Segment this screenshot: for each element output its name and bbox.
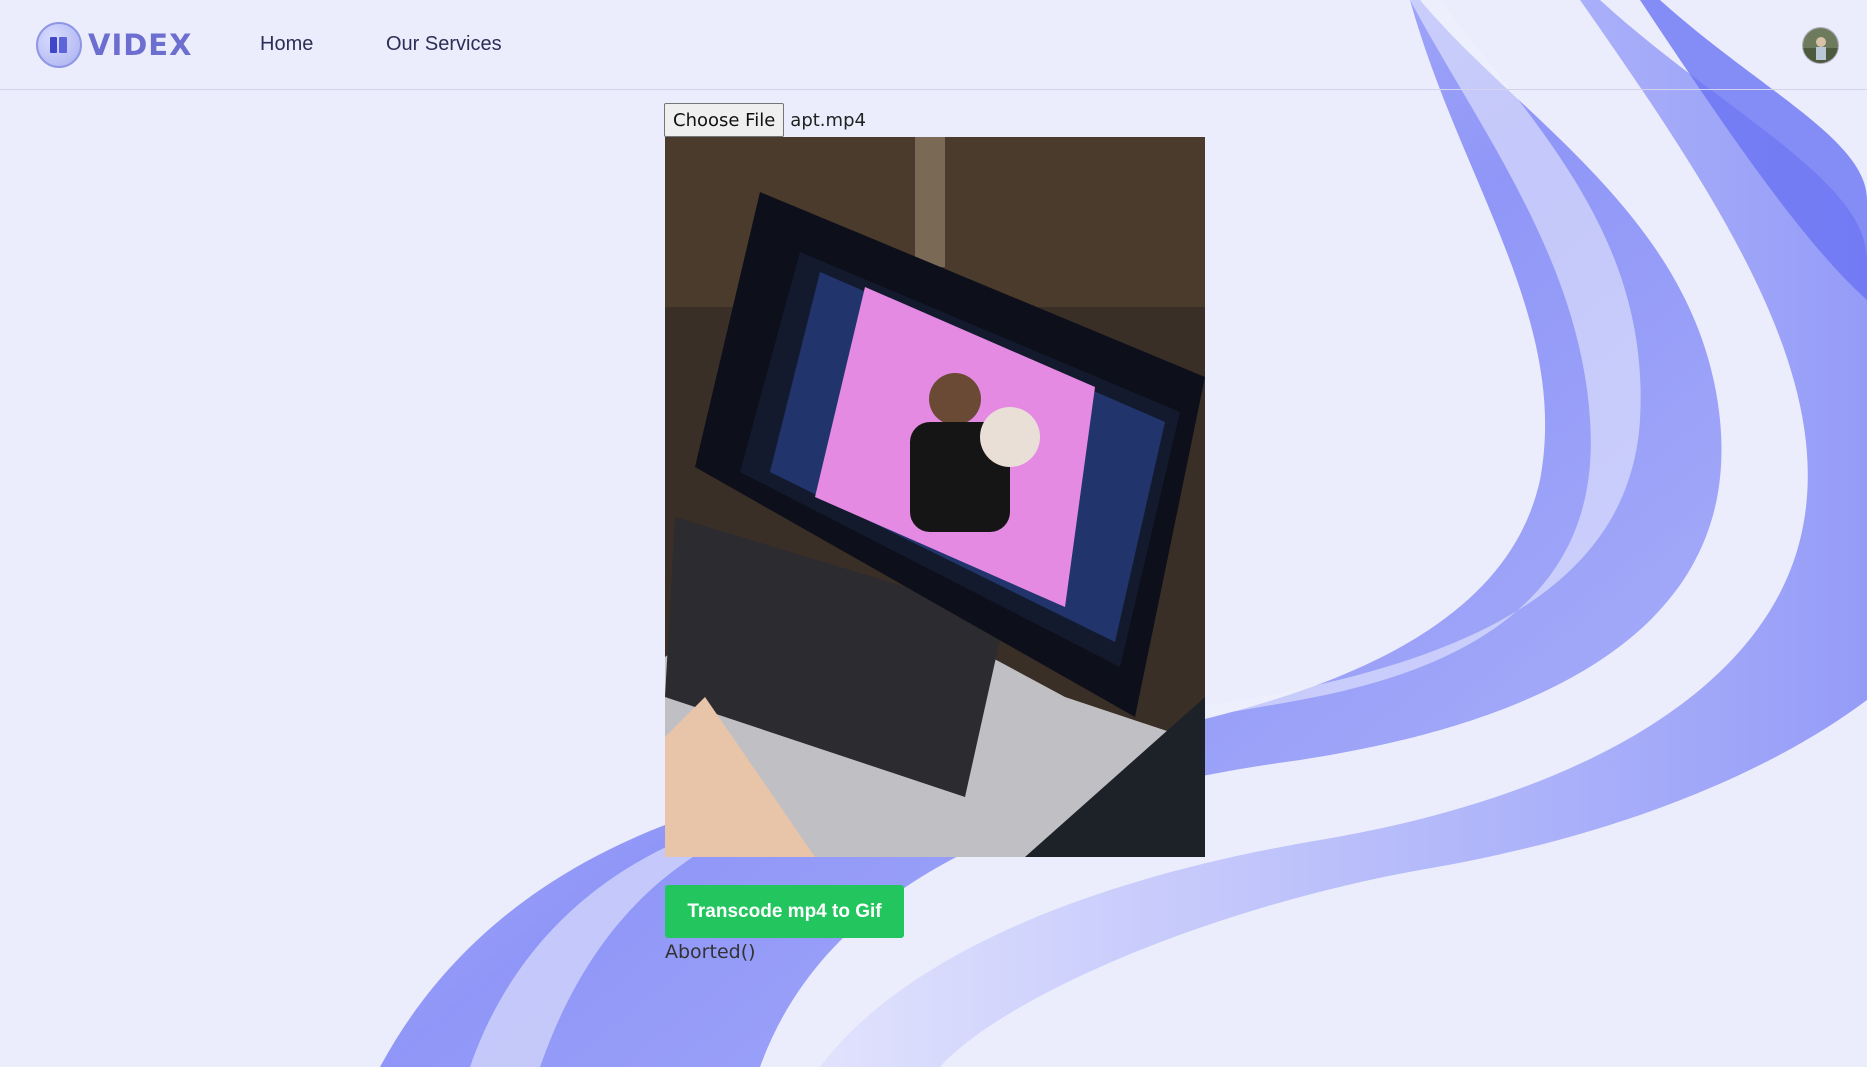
status-message: Aborted()	[665, 941, 756, 963]
file-upload-control: Choose File apt.mp4	[664, 103, 866, 137]
selected-file-name: apt.mp4	[790, 109, 866, 131]
video-frame-thumbnail	[665, 137, 1205, 857]
transcode-button[interactable]: Transcode mp4 to Gif	[665, 885, 904, 938]
main-content: Choose File apt.mp4 Transcode mp4 to Gif…	[0, 0, 1867, 1067]
video-preview[interactable]	[665, 137, 1205, 857]
choose-file-button[interactable]: Choose File	[664, 103, 785, 137]
